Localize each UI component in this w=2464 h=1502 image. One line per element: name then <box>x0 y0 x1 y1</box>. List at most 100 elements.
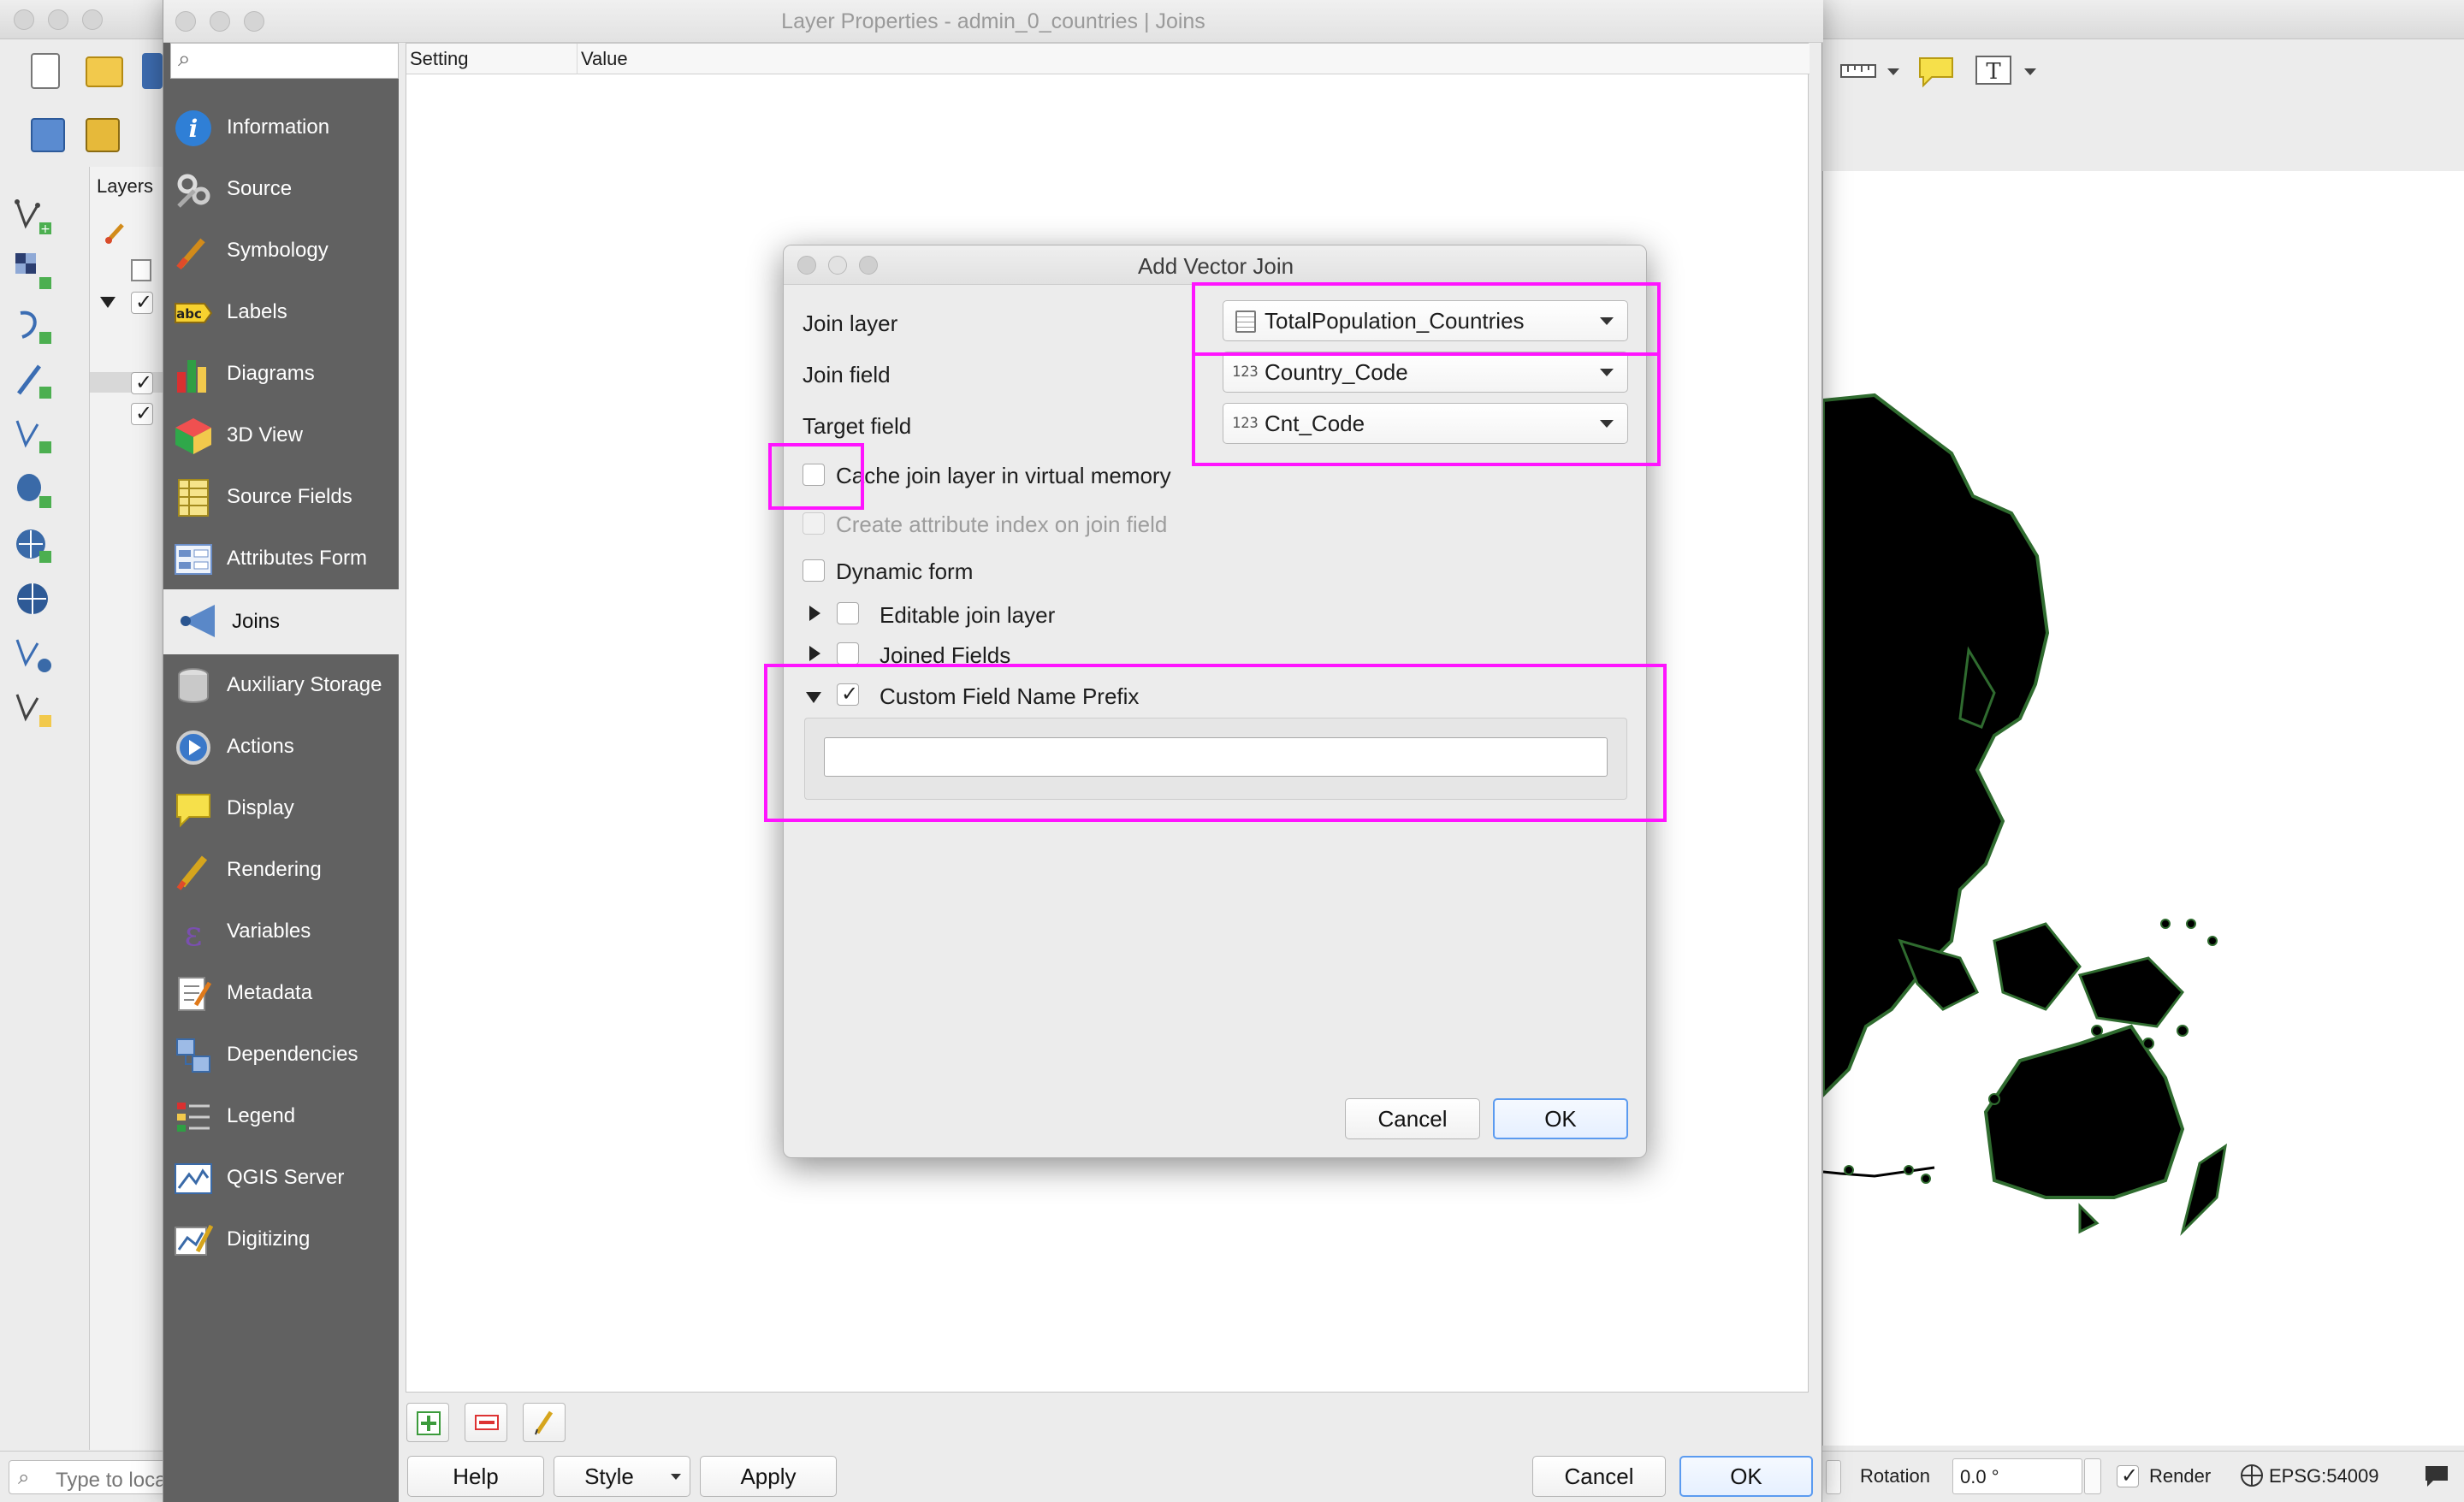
highlight-join-layer <box>1192 282 1661 356</box>
svg-text:T: T <box>1986 59 2001 85</box>
crs-button[interactable]: EPSG:54009 <box>2269 1465 2378 1487</box>
layer-row-selected[interactable] <box>90 372 167 393</box>
ok-button[interactable]: OK <box>1679 1456 1813 1497</box>
sidebar-item-qgis-server[interactable]: QGIS Server <box>163 1147 399 1209</box>
expand-editable-icon[interactable] <box>809 606 820 621</box>
add-spatialite-icon[interactable] <box>14 416 55 457</box>
sidebar-item-legend[interactable]: Legend <box>163 1085 399 1147</box>
add-postgis-icon[interactable] <box>14 470 55 512</box>
svg-text:i: i <box>189 115 198 143</box>
add-raster-layer-icon[interactable] <box>14 251 55 293</box>
map-tips-icon[interactable] <box>1916 55 1956 89</box>
add-layer-icon[interactable] <box>86 118 120 152</box>
sidebar-item-joins[interactable]: Joins <box>163 589 399 654</box>
messages-icon[interactable] <box>2423 1464 2450 1489</box>
edit-join-button[interactable] <box>523 1403 566 1442</box>
cancel-button[interactable]: Cancel <box>1532 1456 1666 1497</box>
sidebar-item-dependencies[interactable]: Dependencies <box>163 1024 399 1085</box>
layer-style-brush-icon[interactable] <box>104 220 129 245</box>
sidebar-item-digitizing[interactable]: Digitizing <box>163 1209 399 1270</box>
layer-visibility-checkbox[interactable] <box>131 370 153 394</box>
expand-group-icon[interactable] <box>100 297 116 308</box>
sidebar-item-information[interactable]: i Information <box>163 97 399 158</box>
sidebar-item-source-fields[interactable]: Source Fields <box>163 466 399 528</box>
apply-button[interactable]: Apply <box>700 1456 837 1497</box>
joined-fields-checkbox[interactable] <box>837 642 859 665</box>
sidebar-item-3d-view[interactable]: 3D View <box>163 405 399 466</box>
minus-icon <box>475 1415 499 1430</box>
add-delimited-text-icon[interactable] <box>14 361 55 402</box>
sidebar-item-attributes-form[interactable]: Attributes Form <box>163 528 399 589</box>
layer-style-icon[interactable] <box>31 118 65 152</box>
expand-joined-fields-icon[interactable] <box>809 646 820 661</box>
layer-visibility-checkbox[interactable] <box>131 290 153 314</box>
chevron-down-icon[interactable] <box>2024 68 2036 75</box>
cube-icon <box>174 417 213 456</box>
target-field-label: Target field <box>803 413 912 439</box>
sidebar-item-diagrams[interactable]: Diagrams <box>163 343 399 405</box>
sidebar-item-metadata[interactable]: Metadata <box>163 962 399 1024</box>
minimize-window-button[interactable] <box>48 9 68 30</box>
column-header-setting[interactable]: Setting <box>406 44 578 74</box>
dialog-cancel-button[interactable]: Cancel <box>1345 1098 1480 1139</box>
layer-visibility-checkbox[interactable] <box>131 401 153 425</box>
rotation-label: Rotation <box>1860 1465 1930 1487</box>
metadata-icon <box>174 974 213 1014</box>
rotation-input[interactable]: 0.0 ° <box>1952 1458 2082 1494</box>
open-project-icon[interactable] <box>86 56 123 87</box>
locator-bar[interactable]: ⌕ Type to locate (⌘K) <box>9 1460 168 1494</box>
map-canvas[interactable] <box>1821 171 2464 1446</box>
remove-join-button[interactable] <box>465 1403 507 1442</box>
sidebar-item-label: Display <box>227 796 294 819</box>
new-project-icon[interactable] <box>31 53 60 89</box>
add-wms-icon[interactable] <box>14 525 55 566</box>
sidebar-item-label: Joins <box>232 610 281 633</box>
sidebar-item-auxiliary-storage[interactable]: Auxiliary Storage <box>163 654 399 716</box>
sidebar-item-labels[interactable]: abc Labels <box>163 281 399 343</box>
sidebar-item-label: Rendering <box>227 858 322 881</box>
save-project-icon[interactable] <box>142 53 163 89</box>
sidebar-item-display[interactable]: Display <box>163 778 399 839</box>
crs-globe-icon[interactable] <box>2240 1464 2264 1487</box>
add-vector-layer-icon[interactable]: + <box>14 197 55 238</box>
new-shapefile-icon[interactable] <box>14 689 55 730</box>
sidebar-item-symbology[interactable]: Symbology <box>163 220 399 281</box>
add-wcs-icon[interactable] <box>14 635 55 676</box>
column-header-value[interactable]: Value <box>578 44 1810 74</box>
dynamic-form-checkbox[interactable] <box>803 559 825 582</box>
editable-join-layer-checkbox[interactable] <box>837 602 859 624</box>
sidebar-item-label: Source <box>227 177 293 200</box>
sidebar-item-source[interactable]: Source <box>163 158 399 220</box>
dialog-ok-button[interactable]: OK <box>1493 1098 1628 1139</box>
server-icon <box>174 1159 213 1198</box>
chevron-down-icon[interactable] <box>1887 68 1899 75</box>
sidebar-item-actions[interactable]: Actions <box>163 716 399 778</box>
sidebar-search-input[interactable]: ⌕ <box>170 43 399 79</box>
attribute-table-icon[interactable] <box>131 259 151 281</box>
style-button[interactable]: Style <box>554 1456 690 1497</box>
measure-icon[interactable] <box>1839 58 1881 84</box>
sidebar-item-rendering[interactable]: Rendering <box>163 839 399 901</box>
sidebar-item-label: 3D View <box>227 423 303 446</box>
help-button[interactable]: Help <box>407 1456 544 1497</box>
sidebar-item-label: Legend <box>227 1104 296 1127</box>
render-label: Render <box>2149 1465 2212 1487</box>
zoom-window-button[interactable] <box>82 9 103 30</box>
render-checkbox[interactable] <box>2117 1464 2139 1487</box>
dynamic-form-label[interactable]: Dynamic form <box>836 559 973 585</box>
add-mesh-layer-icon[interactable] <box>14 306 55 347</box>
close-window-button[interactable] <box>14 9 34 30</box>
sidebar-item-label: Metadata <box>227 981 313 1004</box>
sidebar-item-label: Dependencies <box>227 1043 358 1066</box>
join-layer-label: Join layer <box>803 310 898 336</box>
sidebar-item-label: Information <box>227 115 330 139</box>
add-wfs-icon[interactable] <box>14 580 55 621</box>
editable-join-layer-label[interactable]: Editable join layer <box>880 602 1055 629</box>
text-annotation-icon[interactable]: T <box>1975 55 2014 89</box>
scale-stepper[interactable] <box>1826 1460 1841 1494</box>
highlight-cache-checkbox <box>768 443 864 510</box>
add-join-button[interactable] <box>406 1403 449 1442</box>
rotation-stepper[interactable] <box>2084 1458 2101 1494</box>
sidebar-item-variables[interactable]: ε Variables <box>163 901 399 962</box>
cache-join-layer-label[interactable]: Cache join layer in virtual memory <box>836 463 1171 489</box>
